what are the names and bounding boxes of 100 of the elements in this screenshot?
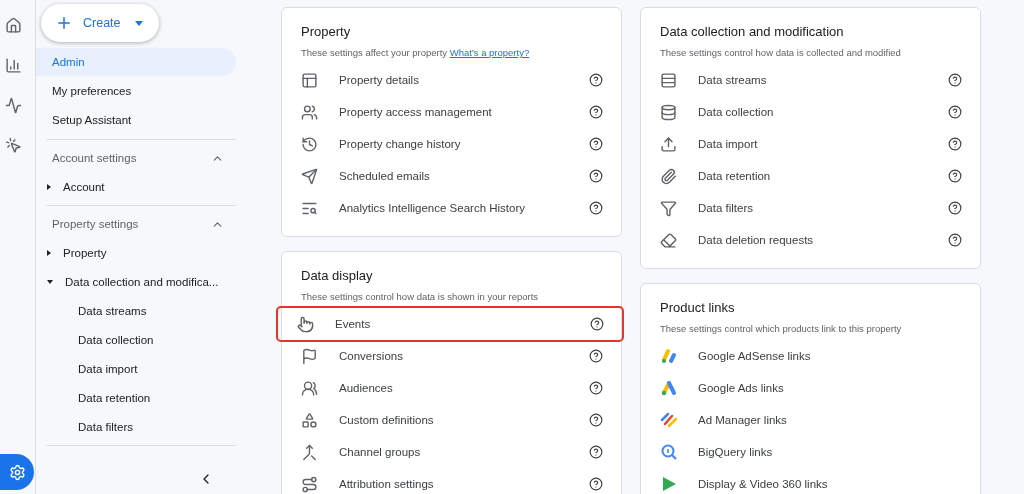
tree-item[interactable]: Data import [36,354,236,383]
shapes-icon [301,411,318,429]
row-label: Display & Video 360 links [698,478,829,490]
card-subtitle: These settings affect your property What's a property? [300,46,531,60]
settings-row[interactable]: Data collection [641,96,980,128]
help-icon[interactable] [948,201,962,215]
help-icon[interactable] [589,349,603,363]
settings-row[interactable]: Property details [282,64,621,96]
settings-row[interactable]: Analytics Intelligence Search History [282,192,621,224]
card-title: Data collection and modification [659,24,845,39]
bar-chart-icon [4,56,22,74]
settings-row[interactable]: Data streams [641,64,980,96]
settings-row[interactable]: BigQuery links [641,436,980,468]
route-icon [301,475,318,493]
help-link[interactable]: What's a property? [449,47,530,58]
row-label: Data streams [698,74,768,86]
row-label: BigQuery links [698,446,774,458]
play-triangle-icon [660,475,678,493]
paperclip-icon [660,167,677,185]
tree-item[interactable]: Data collection and modifica... [36,267,236,296]
striped-bars-icon [660,411,678,429]
section-title: Property settings [52,218,139,230]
history-icon [301,135,318,153]
home-icon [4,16,22,34]
row-label: Custom definitions [339,414,435,426]
settings-icon [8,463,26,481]
row-label: Data retention [698,170,772,182]
help-icon[interactable] [589,201,603,215]
row-label: Ad Manager links [698,414,788,426]
nav-item[interactable]: Setup Assistant [36,106,236,134]
settings-button[interactable] [0,454,34,490]
card-subtitle: These settings control how data is collected and modified [659,46,902,60]
tree-item[interactable]: Data filters [36,412,236,441]
flag-icon [301,347,318,365]
card-title: Property [300,24,352,39]
settings-row[interactable]: Attribution settings [282,468,621,494]
row-label: Scheduled emails [339,170,431,182]
triangle-logo-icon [660,379,678,397]
help-icon[interactable] [589,477,603,491]
row-label: Property details [339,74,420,86]
row-label: Google AdSense links [698,350,812,362]
nav-item[interactable]: My preferences [36,77,236,105]
help-icon[interactable] [589,169,603,183]
database-icon [660,103,677,121]
nav-item[interactable]: Admin [36,48,236,76]
filter-icon [660,199,677,217]
settings-row[interactable]: Conversions [282,340,621,372]
help-icon[interactable] [948,233,962,247]
help-icon[interactable] [589,137,603,151]
tree-item[interactable]: Property [36,238,236,267]
settings-row[interactable]: Scheduled emails [282,160,621,192]
row-label: Property change history [339,138,462,150]
settings-row[interactable]: Data filters [641,192,980,224]
tree-item[interactable]: Data streams [36,296,236,325]
help-icon[interactable] [589,445,603,459]
help-icon[interactable] [589,381,603,395]
row-label: Channel groups [339,446,422,458]
row-label: Data collection [698,106,775,118]
tree-item[interactable]: Data retention [36,383,236,412]
settings-row[interactable]: Display & Video 360 links [641,468,980,494]
settings-row[interactable]: Data import [641,128,980,160]
help-icon[interactable] [948,73,962,87]
settings-row[interactable]: Ad Manager links [641,404,980,436]
settings-row[interactable]: Custom definitions [282,404,621,436]
row-label: Analytics Intelligence Search History [339,202,526,214]
help-icon[interactable] [948,105,962,119]
row-label: Property access management [339,106,493,118]
help-icon[interactable] [948,137,962,151]
people-icon [301,103,318,121]
people-icon [301,379,318,397]
row-label: Data import [698,138,759,150]
settings-row[interactable]: Data retention [641,160,980,192]
help-icon[interactable] [590,317,604,331]
target-cursor-icon [4,136,22,154]
tree-item[interactable]: Data collection [36,325,236,354]
settings-row[interactable]: Data deletion requests [641,224,980,256]
create-button[interactable]: Create [41,4,159,42]
caret-icon [134,20,143,26]
settings-row[interactable]: Events [278,308,622,340]
settings-row[interactable]: Google AdSense links [641,340,980,372]
hand-pointer-icon [297,315,314,333]
help-icon[interactable] [589,413,603,427]
plus-icon [55,14,73,32]
settings-row[interactable]: Audiences [282,372,621,404]
upload-icon [660,135,677,153]
merge-arrow-icon [301,443,318,461]
section-header[interactable]: Property settings [36,210,236,238]
settings-row[interactable]: Property access management [282,96,621,128]
section-header[interactable]: Account settings [36,144,236,172]
tree-item[interactable]: Account [36,172,236,201]
rows-icon [660,71,677,89]
settings-row[interactable]: Channel groups [282,436,621,468]
help-icon[interactable] [589,105,603,119]
help-icon[interactable] [948,169,962,183]
row-label: Google Ads links [698,382,785,394]
card-subtitle: These settings control how data is shown in your reports [300,290,540,304]
settings-row[interactable]: Google Ads links [641,372,980,404]
help-icon[interactable] [589,73,603,87]
settings-row[interactable]: Property change history [282,128,621,160]
card-title: Product links [659,300,736,315]
